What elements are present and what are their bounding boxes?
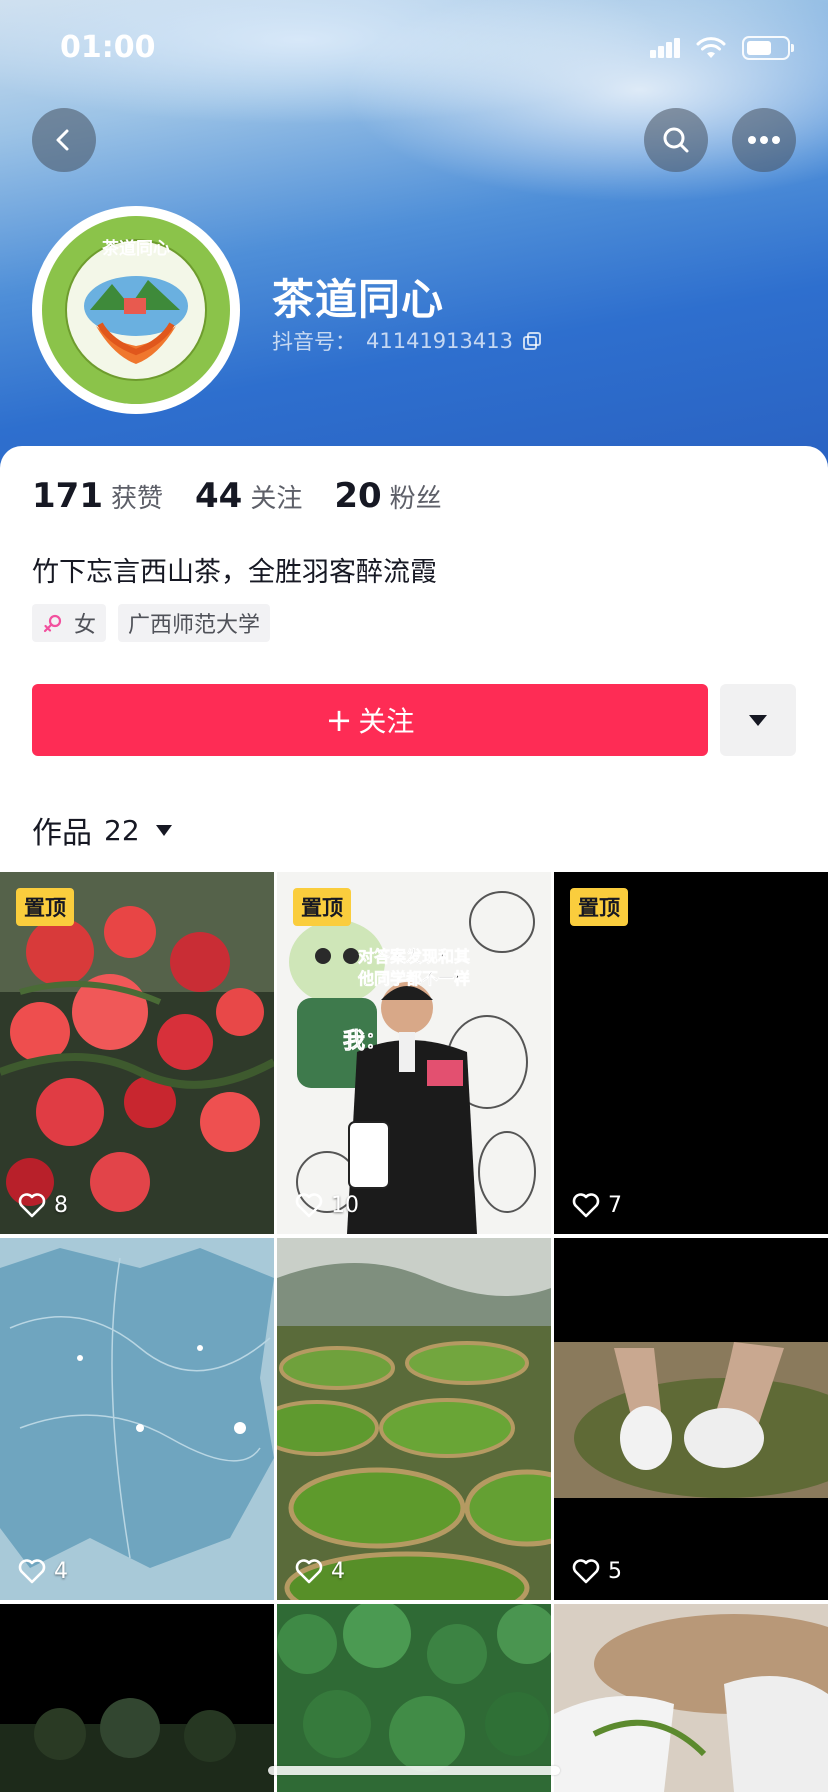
pinned-badge: 置顶 [293,888,351,926]
wifi-icon [696,37,726,58]
stat-likes-label: 获赞 [110,484,163,514]
school-tag[interactable]: 广西师范大学 [118,604,271,642]
meme-caption-line-2: 他同学都不一样 [357,969,470,988]
like-count: 4 [18,1558,68,1584]
video-tile[interactable]: 4 [0,1238,274,1600]
follow-plus-icon: + [325,701,353,739]
more-dots-icon [748,136,780,144]
pinned-badge: 置顶 [16,888,74,926]
status-time: 01:00 [60,30,156,65]
back-arrow-icon [56,129,69,151]
video-thumbnail [554,1238,828,1600]
like-count: 10 [295,1192,359,1218]
copy-icon[interactable] [522,332,541,350]
meme-caption-me: 我： [343,1029,387,1054]
recommend-dropdown-button[interactable] [720,684,796,756]
caret-down-icon [155,824,172,836]
like-count-value: 5 [608,1558,622,1584]
heart-icon [572,1193,600,1218]
like-count-value: 4 [331,1558,345,1584]
profile-id-value: 41141913413 [366,329,513,353]
stat-likes[interactable]: 171 获赞 [32,476,163,516]
gender-tag: 女 [32,604,107,642]
heart-icon [295,1193,323,1218]
status-icons [650,36,794,60]
gender-tag-label: 女 [74,613,97,638]
follow-button-label: 关注 [358,705,415,738]
stat-followers-value: 20 [334,476,382,516]
video-tile[interactable]: 置顶 8 [0,872,274,1234]
works-count: 22 [104,813,140,847]
stat-following-value: 44 [195,476,243,516]
stat-likes-value: 171 [32,476,103,516]
like-count: 8 [18,1192,68,1218]
profile-stats: 171 获赞 44 关注 20 粉丝 [32,476,474,516]
video-tile[interactable]: 4 [277,1238,551,1600]
cellular-icon [650,38,680,58]
video-tile[interactable]: 置顶 7 [554,872,828,1234]
like-count-value: 7 [608,1192,622,1218]
video-thumbnail [0,1604,274,1792]
video-thumbnail [554,1604,828,1792]
video-thumbnail [0,872,274,1234]
video-tile[interactable] [554,1604,828,1792]
like-count: 7 [572,1192,622,1218]
like-count: 4 [295,1558,345,1584]
search-icon [663,127,689,153]
search-button[interactable] [644,108,708,172]
heart-icon [18,1559,46,1584]
video-tile[interactable]: 对答案发现和其 他同学都不一样 我： 置顶 10 [277,872,551,1234]
pinned-badge: 置顶 [570,888,628,926]
home-indicator [268,1766,560,1775]
meme-caption-line-1: 对答案发现和其 [358,947,470,966]
heart-icon [295,1559,323,1584]
video-thumbnail [277,1604,551,1792]
female-icon [43,614,62,633]
stat-followers[interactable]: 20 粉丝 [334,476,441,516]
profile-bio: 竹下忘言西山茶，全胜羽客醉流霞 [32,557,437,588]
works-label: 作品 [32,816,92,851]
profile-name: 茶道同心 [272,275,445,324]
stat-following[interactable]: 44 关注 [195,476,302,516]
like-count: 5 [572,1558,622,1584]
profile-id-label: 抖音号： [272,330,356,354]
like-count-value: 4 [54,1558,68,1584]
caret-down-icon [749,714,767,726]
more-button[interactable] [732,108,796,172]
video-tile[interactable]: 5 [554,1238,828,1600]
like-count-value: 8 [54,1192,68,1218]
profile-id: 抖音号： 41141913413 [272,326,541,356]
avatar-title-text: 茶道同心 [102,238,170,259]
follow-button[interactable]: + 关注 [32,684,708,756]
heart-icon [18,1193,46,1218]
video-tile[interactable] [277,1604,551,1792]
video-thumbnail [0,1238,274,1600]
video-thumbnail: 对答案发现和其 他同学都不一样 我： [277,872,551,1234]
team-logo-icon: 茶道同心 [42,216,230,404]
avatar[interactable]: 茶道同心 [32,206,240,414]
heart-icon [572,1559,600,1584]
battery-icon [742,36,794,60]
video-tile[interactable] [0,1604,274,1792]
video-thumbnail [277,1238,551,1600]
back-button[interactable] [32,108,96,172]
profile-tags: 女 广西师范大学 [32,604,271,642]
stat-followers-label: 粉丝 [389,484,442,514]
stat-following-label: 关注 [250,484,303,514]
works-tab[interactable]: 作品 22 [32,808,172,852]
like-count-value: 10 [331,1192,359,1218]
school-tag-label: 广西师范大学 [128,613,261,638]
